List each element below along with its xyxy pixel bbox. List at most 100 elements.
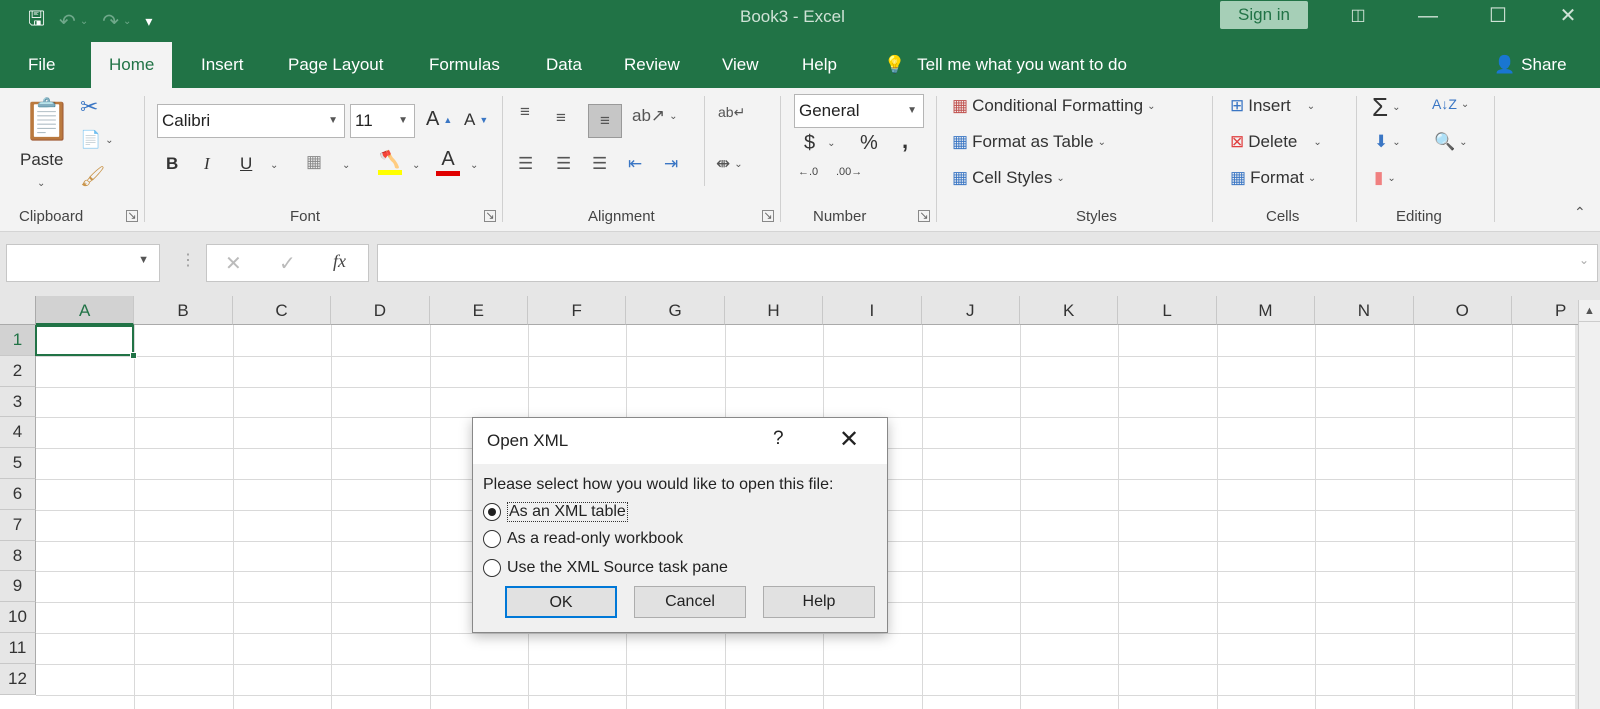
name-box[interactable]: ▼	[6, 244, 160, 282]
decrease-decimal-icon[interactable]: .00→	[836, 166, 862, 178]
insert-cells-button[interactable]: ⊞ Insert ⌄	[1230, 96, 1315, 116]
formula-input[interactable]: ⌄	[377, 244, 1598, 282]
column-header[interactable]: N	[1315, 296, 1414, 325]
close-icon[interactable]: ✕	[839, 425, 859, 454]
find-select-icon[interactable]: 🔍 ⌄	[1434, 132, 1468, 152]
top-align-icon[interactable]: ≡	[520, 102, 530, 122]
sign-in-button[interactable]: Sign in	[1220, 1, 1308, 29]
fill-color-dropdown-icon[interactable]: ⌄	[412, 160, 420, 171]
column-header[interactable]: O	[1413, 296, 1512, 325]
ribbon-display-options-icon[interactable]: ◫	[1335, 2, 1381, 30]
expand-formula-bar-icon[interactable]: ⌄	[1579, 253, 1589, 267]
column-header[interactable]: D	[331, 296, 430, 325]
formula-bar-grip-icon[interactable]: ⋮	[180, 250, 196, 270]
number-format-select[interactable]: General ▼	[794, 94, 924, 128]
row-header[interactable]: 4	[0, 417, 36, 449]
fill-icon[interactable]: ⬇ ⌄	[1374, 132, 1401, 152]
borders-dropdown-icon[interactable]: ⌄	[342, 160, 350, 171]
tab-insert[interactable]: Insert	[201, 42, 244, 88]
row-header[interactable]: 10	[0, 602, 36, 633]
tab-file[interactable]: File	[28, 42, 55, 88]
vertical-scrollbar[interactable]: ▲	[1578, 300, 1600, 709]
format-painter-icon[interactable]: 🖌	[80, 164, 105, 189]
insert-function-icon[interactable]: fx	[333, 251, 346, 272]
alignment-launcher-icon[interactable]: ↘	[762, 210, 774, 222]
delete-cells-button[interactable]: ⊠ Delete ⌄	[1230, 132, 1322, 152]
cancel-entry-icon[interactable]: ✕	[225, 251, 242, 276]
tab-formulas[interactable]: Formulas	[429, 42, 500, 88]
font-color-button[interactable]: A	[436, 148, 460, 176]
sort-filter-icon[interactable]: A↓Z ⌄	[1432, 96, 1469, 112]
row-header[interactable]: 5	[0, 448, 36, 479]
font-name-select[interactable]: Calibri ▼	[157, 104, 345, 138]
radio-button[interactable]	[483, 503, 501, 521]
align-right-icon[interactable]: ☰	[592, 154, 607, 174]
increase-decimal-icon[interactable]: ←.0	[798, 166, 818, 178]
underline-dropdown-icon[interactable]: ⌄	[270, 160, 278, 171]
italic-button[interactable]: I	[204, 154, 210, 174]
cell-styles-button[interactable]: ▦ Cell Styles ⌄	[952, 168, 1065, 188]
paste-icon[interactable]: 📋	[22, 96, 72, 143]
ok-button[interactable]: OK	[505, 586, 617, 618]
close-window-icon[interactable]: ✕	[1545, 2, 1591, 30]
fill-handle[interactable]	[130, 352, 137, 359]
fill-color-button[interactable]: 🪓	[378, 150, 402, 175]
tab-view[interactable]: View	[722, 42, 759, 88]
orientation-icon[interactable]: ab↗ ⌄	[632, 106, 678, 126]
wrap-text-icon[interactable]: ab↵	[718, 104, 745, 121]
column-header[interactable]: J	[921, 296, 1020, 325]
decrease-font-size-icon[interactable]: A ▼	[464, 110, 488, 130]
bold-button[interactable]: B	[166, 154, 178, 174]
tab-review[interactable]: Review	[624, 42, 680, 88]
column-header[interactable]: A	[36, 296, 135, 325]
redo-dropdown-icon[interactable]: ⌄	[123, 16, 131, 27]
customize-qat-icon[interactable]: ▾	[145, 13, 152, 30]
share-button[interactable]: 👤 Share	[1494, 42, 1567, 88]
copy-button[interactable]: 📄 ⌄	[80, 130, 114, 150]
number-launcher-icon[interactable]: ↘	[918, 210, 930, 222]
column-header[interactable]: H	[724, 296, 824, 325]
borders-icon[interactable]: ▦	[306, 152, 322, 172]
column-header[interactable]: L	[1118, 296, 1217, 325]
align-left-icon[interactable]: ☰	[518, 154, 533, 174]
row-header[interactable]: 3	[0, 386, 36, 418]
column-header[interactable]: E	[429, 296, 528, 325]
help-button[interactable]: Help	[763, 586, 875, 618]
cancel-button[interactable]: Cancel	[634, 586, 746, 618]
radio-button[interactable]	[483, 530, 501, 548]
paste-dropdown-icon[interactable]: ⌄	[37, 178, 45, 189]
font-color-dropdown-icon[interactable]: ⌄	[470, 160, 478, 171]
font-size-select[interactable]: 11 ▼	[350, 104, 415, 138]
scroll-up-icon[interactable]: ▲	[1579, 300, 1600, 322]
clipboard-launcher-icon[interactable]: ↘	[126, 210, 138, 222]
row-header[interactable]: 12	[0, 663, 36, 695]
font-launcher-icon[interactable]: ↘	[484, 210, 496, 222]
undo-icon[interactable]: ↶	[59, 9, 76, 34]
row-header[interactable]: 6	[0, 479, 36, 510]
column-header[interactable]: G	[626, 296, 725, 325]
column-header[interactable]: I	[823, 296, 922, 325]
undo-dropdown-icon[interactable]: ⌄	[80, 16, 88, 27]
tab-home[interactable]: Home	[91, 42, 173, 88]
tab-help[interactable]: Help	[802, 42, 837, 88]
increase-indent-icon[interactable]: ⇥	[664, 154, 678, 174]
middle-align-icon[interactable]: ≡	[556, 108, 566, 128]
option-read-only-workbook[interactable]: As a read-only workbook	[483, 530, 683, 548]
comma-button[interactable]: ,	[902, 128, 908, 154]
percent-button[interactable]: %	[860, 132, 878, 155]
column-header[interactable]: C	[232, 296, 332, 325]
tab-data[interactable]: Data	[546, 42, 582, 88]
underline-button[interactable]: U	[240, 154, 252, 174]
select-all-corner[interactable]	[0, 296, 36, 325]
bottom-align-icon[interactable]: ≡	[588, 104, 622, 138]
currency-button[interactable]: $ ⌄	[804, 132, 836, 155]
confirm-entry-icon[interactable]: ✓	[279, 251, 296, 276]
option-xml-source-pane[interactable]: Use the XML Source task pane	[483, 559, 728, 577]
row-header[interactable]: 1	[0, 325, 36, 356]
format-as-table-button[interactable]: ▦ Format as Table ⌄	[952, 132, 1106, 152]
column-header[interactable]: K	[1020, 296, 1119, 325]
row-header[interactable]: 2	[0, 355, 36, 387]
decrease-indent-icon[interactable]: ⇤	[628, 154, 642, 174]
row-header[interactable]: 7	[0, 509, 36, 541]
maximize-icon[interactable]: ☐	[1475, 2, 1521, 30]
